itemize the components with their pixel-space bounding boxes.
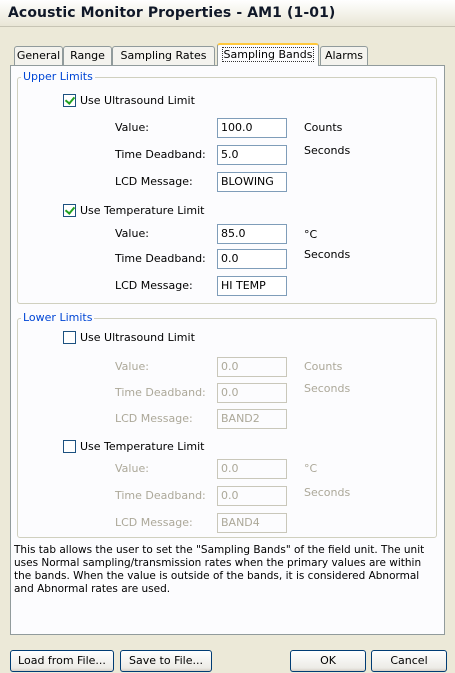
- lower-temperature-value-unit: °C: [304, 462, 318, 475]
- upper-ultrasound-value-input[interactable]: 100.0: [217, 118, 287, 138]
- lower-ultrasound-value-label: Value:: [115, 360, 149, 373]
- lower-temperature-value-label: Value:: [115, 462, 149, 475]
- lower-ultrasound-label: Use Ultrasound Limit: [80, 331, 195, 344]
- upper-limits-legend: Upper Limits: [21, 70, 95, 83]
- upper-ultrasound-deadband-input[interactable]: 5.0: [217, 145, 287, 165]
- upper-temperature-value-input[interactable]: 85.0: [217, 224, 287, 244]
- tab-general[interactable]: General: [14, 46, 63, 65]
- lower-ultrasound-lcd-label: LCD Message:: [115, 412, 193, 425]
- ok-button[interactable]: OK: [290, 650, 366, 672]
- upper-ultrasound-value-label: Value:: [115, 121, 149, 134]
- lower-temperature-lcd-label: LCD Message:: [115, 516, 193, 529]
- tab-general-label: General: [16, 49, 61, 62]
- lower-ultrasound-value-unit: Counts: [304, 360, 343, 373]
- upper-temperature-deadband-unit: Seconds: [304, 248, 351, 261]
- upper-temperature-value-label: Value:: [115, 227, 149, 240]
- lower-ultrasound-deadband-input[interactable]: 0.0: [217, 383, 287, 403]
- help-description: This tab allows the user to set the "Sam…: [14, 544, 425, 595]
- lower-ultrasound-checkbox[interactable]: [63, 331, 76, 344]
- lower-limits-legend: Lower Limits: [21, 311, 95, 324]
- upper-ultrasound-deadband-label: Time Deadband:: [115, 148, 206, 161]
- load-from-file-button[interactable]: Load from File...: [10, 650, 114, 672]
- lower-ultrasound-lcd-input[interactable]: BAND2: [217, 409, 287, 429]
- upper-temperature-lcd-label: LCD Message:: [115, 279, 193, 292]
- lower-temperature-value-input[interactable]: 0.0: [217, 459, 287, 479]
- save-to-file-button[interactable]: Save to File...: [120, 650, 212, 672]
- cancel-button[interactable]: Cancel: [371, 650, 447, 672]
- lower-temperature-checkbox[interactable]: [63, 440, 76, 453]
- lower-ultrasound-deadband-label: Time Deadband:: [115, 386, 206, 399]
- tab-range-label: Range: [70, 49, 105, 62]
- lower-temperature-lcd-input[interactable]: BAND4: [217, 513, 287, 533]
- upper-ultrasound-label: Use Ultrasound Limit: [80, 94, 195, 107]
- upper-temperature-deadband-label: Time Deadband:: [115, 252, 206, 265]
- lower-temperature-label: Use Temperature Limit: [80, 440, 205, 453]
- tab-sampling-rates-label: Sampling Rates: [120, 49, 207, 62]
- tab-sampling-rates[interactable]: Sampling Rates: [112, 46, 215, 65]
- tab-alarms-label: Alarms: [324, 49, 364, 62]
- tab-alarms[interactable]: Alarms: [320, 46, 368, 65]
- upper-ultrasound-lcd-input[interactable]: BLOWING: [217, 172, 287, 192]
- upper-temperature-label: Use Temperature Limit: [80, 204, 205, 217]
- upper-temperature-checkbox[interactable]: [63, 204, 76, 217]
- tab-sampling-bands[interactable]: Sampling Bands: [217, 43, 319, 66]
- upper-temperature-deadband-input[interactable]: 0.0: [217, 249, 287, 269]
- lower-temperature-deadband-input[interactable]: 0.0: [217, 486, 287, 506]
- lower-temperature-deadband-unit: Seconds: [304, 486, 351, 499]
- upper-ultrasound-lcd-label: LCD Message:: [115, 175, 193, 188]
- upper-ultrasound-deadband-unit: Seconds: [304, 144, 351, 157]
- upper-temperature-lcd-input[interactable]: HI TEMP: [217, 276, 287, 296]
- upper-ultrasound-checkbox[interactable]: [63, 94, 76, 107]
- upper-ultrasound-value-unit: Counts: [304, 121, 343, 134]
- tab-range[interactable]: Range: [63, 46, 112, 65]
- window-title: Acoustic Monitor Properties - AM1 (1-01): [8, 5, 336, 21]
- upper-temperature-value-unit: °C: [304, 228, 318, 241]
- lower-ultrasound-deadband-unit: Seconds: [304, 382, 351, 395]
- lower-ultrasound-value-input[interactable]: 0.0: [217, 357, 287, 377]
- lower-temperature-deadband-label: Time Deadband:: [115, 489, 206, 502]
- tab-sampling-bands-label: Sampling Bands: [221, 47, 315, 62]
